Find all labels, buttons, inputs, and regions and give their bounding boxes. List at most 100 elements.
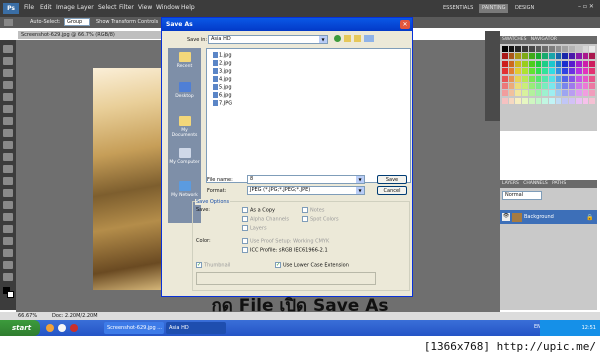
swatch[interactable] (535, 82, 542, 89)
swatch[interactable] (542, 75, 548, 82)
menu-layer[interactable]: Layer (77, 4, 94, 11)
stamp-icon[interactable] (3, 141, 13, 149)
swatch[interactable] (522, 97, 528, 104)
swatch[interactable] (555, 53, 562, 60)
icc-profile-checkbox[interactable]: ICC Profile: sRGB IEC61966-2.1 (242, 247, 328, 254)
swatch[interactable] (508, 82, 515, 89)
tab-swatches[interactable]: SWATCHES (502, 37, 527, 42)
swatch[interactable] (575, 82, 582, 89)
swatch[interactable] (515, 90, 522, 97)
pen-icon[interactable] (3, 213, 13, 221)
menu-view[interactable]: View (138, 4, 152, 11)
swatch[interactable] (562, 68, 569, 75)
swatch[interactable] (582, 68, 589, 75)
checkbox[interactable] (275, 262, 281, 268)
swatch[interactable] (528, 75, 535, 82)
swatch[interactable] (508, 53, 515, 60)
swatch[interactable] (575, 97, 582, 104)
swatch[interactable] (515, 75, 522, 82)
swatch[interactable] (522, 82, 528, 89)
swatch[interactable] (535, 68, 542, 75)
swatch[interactable] (502, 75, 508, 82)
swatch[interactable] (542, 53, 548, 60)
list-item[interactable]: 4.jpg (213, 76, 232, 83)
swatch[interactable] (515, 97, 522, 104)
blur-icon[interactable] (3, 189, 13, 197)
blend-mode-dropdown[interactable]: Normal (502, 191, 542, 200)
up-folder-icon[interactable] (344, 35, 351, 42)
swatch[interactable] (549, 97, 555, 104)
swatch[interactable] (522, 46, 528, 52)
swatch[interactable] (522, 53, 528, 60)
checkbox[interactable] (242, 225, 248, 231)
menu-help[interactable]: Help (181, 4, 195, 11)
swatch[interactable] (542, 68, 548, 75)
swatch[interactable] (575, 68, 582, 75)
lowercase-extension-checkbox[interactable]: Use Lower Case Extension (275, 262, 349, 269)
swatch[interactable] (589, 82, 595, 89)
menu-filter[interactable]: Filter (119, 4, 134, 11)
swatch[interactable] (549, 46, 555, 52)
swatch[interactable] (569, 53, 575, 60)
swatch[interactable] (589, 60, 595, 67)
swatch[interactable] (502, 82, 508, 89)
swatch[interactable] (522, 60, 528, 67)
swatch[interactable] (569, 90, 575, 97)
task-photoshop[interactable]: Screenshot-629.jpg ... (104, 322, 164, 334)
swatch[interactable] (562, 46, 569, 52)
view-menu-icon[interactable] (364, 35, 374, 42)
swatch[interactable] (502, 60, 508, 67)
swatch[interactable] (549, 90, 555, 97)
place-recent[interactable]: Recent (168, 52, 201, 69)
swatch[interactable] (535, 60, 542, 67)
app-icon[interactable] (70, 324, 78, 332)
zoom-icon[interactable] (3, 273, 13, 281)
auto-select-dropdown[interactable]: Group (64, 18, 90, 26)
swatch[interactable] (589, 53, 595, 60)
swatch[interactable] (502, 90, 508, 97)
list-item[interactable]: 2.jpg (213, 60, 232, 67)
swatch[interactable] (562, 90, 569, 97)
swatch[interactable] (589, 97, 595, 104)
swatch[interactable] (522, 75, 528, 82)
swatch[interactable] (569, 82, 575, 89)
swatch[interactable] (582, 75, 589, 82)
eye-icon[interactable]: 👁 (502, 213, 510, 221)
swatch[interactable] (589, 46, 595, 52)
save-button[interactable]: Save (377, 175, 407, 184)
menu-select[interactable]: Select (98, 4, 117, 11)
swatch[interactable] (549, 75, 555, 82)
swatch[interactable] (582, 60, 589, 67)
marquee-icon[interactable] (3, 57, 13, 65)
new-folder-icon[interactable] (354, 35, 361, 42)
swatch[interactable] (528, 68, 535, 75)
healing-icon[interactable] (3, 117, 13, 125)
cancel-button[interactable]: Cancel (377, 186, 407, 195)
move-icon[interactable] (3, 45, 13, 53)
swatch[interactable] (502, 46, 508, 52)
place-my-computer[interactable]: My Computer (168, 148, 201, 165)
save-in-dropdown[interactable]: Asia HD ▼ (208, 35, 328, 44)
swatch[interactable] (589, 90, 595, 97)
place-my-documents[interactable]: My Documents (168, 116, 201, 138)
eyedropper-icon[interactable] (3, 105, 13, 113)
swatch[interactable] (582, 90, 589, 97)
as-a-copy-checkbox[interactable]: As a Copy (242, 207, 275, 214)
swatch[interactable] (549, 60, 555, 67)
checkbox[interactable] (242, 247, 248, 253)
menu-edit[interactable]: Edit (40, 4, 52, 11)
swatch[interactable] (569, 68, 575, 75)
tab-channels[interactable]: CHANNELS (523, 181, 548, 186)
task-asia-hd[interactable]: Asia HD (166, 322, 226, 334)
checkbox[interactable] (196, 262, 202, 268)
history-brush-icon[interactable] (3, 153, 13, 161)
swatch[interactable] (508, 90, 515, 97)
workspace-essentials[interactable]: ESSENTIALS (440, 4, 476, 13)
swatch[interactable] (528, 90, 535, 97)
swatch[interactable] (502, 97, 508, 104)
swatch[interactable] (542, 60, 548, 67)
swatch[interactable] (562, 75, 569, 82)
checkbox[interactable] (302, 216, 308, 222)
swatch[interactable] (542, 97, 548, 104)
brush-icon[interactable] (3, 129, 13, 137)
